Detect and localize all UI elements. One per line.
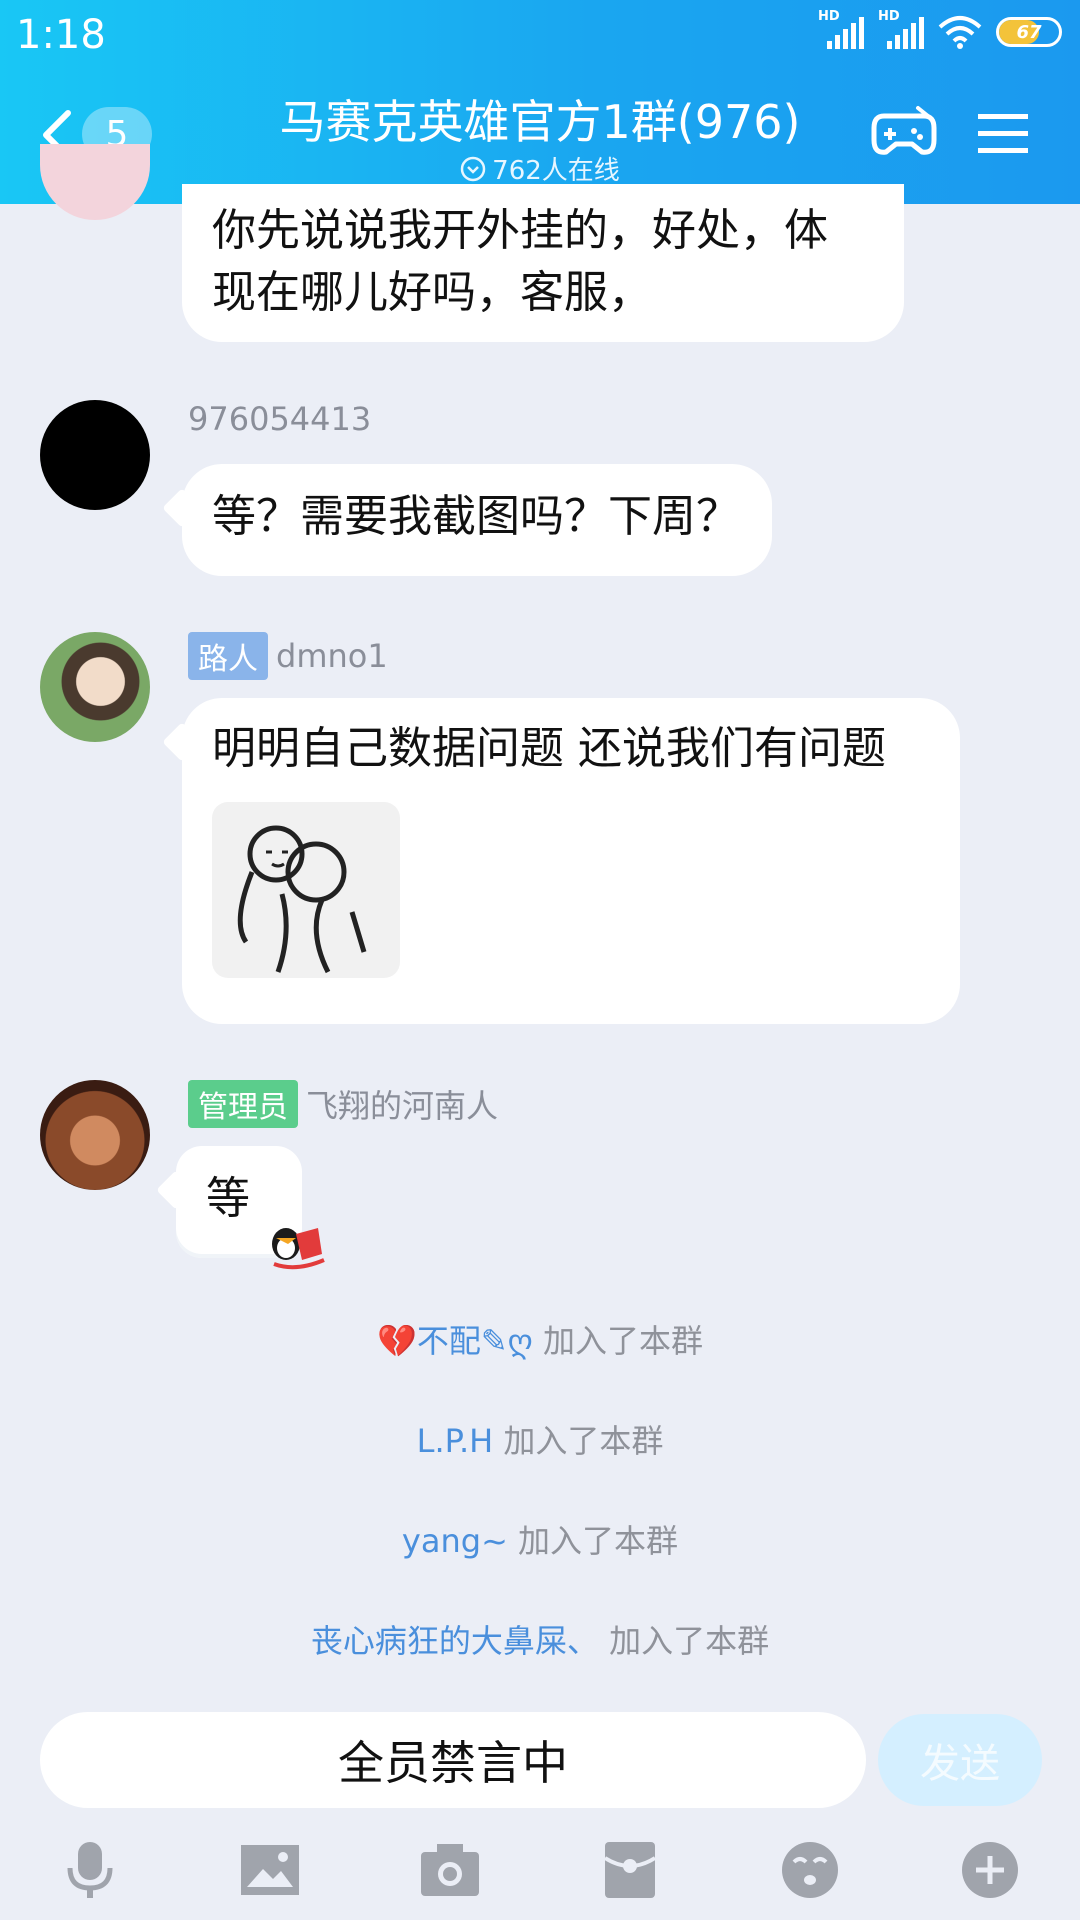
system-action: 加入了本群 bbox=[518, 1522, 679, 1560]
emoji-icon bbox=[782, 1842, 838, 1898]
battery-percent: 67 bbox=[1016, 21, 1042, 43]
system-action: 加入了本群 bbox=[609, 1622, 770, 1660]
member-nickname[interactable]: yang~ bbox=[402, 1522, 508, 1560]
microphone-button[interactable] bbox=[50, 1830, 130, 1910]
message-bubble[interactable]: 你先说说我开外挂的，好处，体 现在哪儿好吗，客服， bbox=[182, 184, 904, 342]
avatar[interactable] bbox=[40, 400, 150, 510]
input-row: 全员禁言中 发送 bbox=[0, 1700, 1080, 1820]
avatar[interactable] bbox=[40, 632, 150, 742]
status-time: 1:18 bbox=[16, 12, 106, 58]
sender-name: 管理员 飞翔的河南人 bbox=[188, 1080, 498, 1128]
red-packet-button[interactable] bbox=[590, 1830, 670, 1910]
sender-name: 路人 dmno1 bbox=[188, 632, 388, 680]
battery-icon: 67 bbox=[996, 17, 1062, 47]
message-text: 明明自己数据问题 还说我们有问题 bbox=[212, 723, 886, 774]
system-action: 加入了本群 bbox=[503, 1422, 664, 1460]
system-message: yang~ 加入了本群 bbox=[0, 1516, 1080, 1562]
system-message: 丧心病狂的大鼻屎、 加入了本群 bbox=[0, 1616, 1080, 1662]
chat-messages[interactable]: 你先说说我开外挂的，好处，体 现在哪儿好吗，客服， 976054413 等？需要… bbox=[0, 144, 1080, 1704]
message-bubble[interactable]: 明明自己数据问题 还说我们有问题 bbox=[162, 698, 960, 1024]
signal-hd-icon-2: HD bbox=[878, 9, 924, 49]
input-toolbar bbox=[0, 1820, 1080, 1920]
microphone-icon bbox=[67, 1842, 113, 1898]
sticker-drawing bbox=[237, 825, 367, 974]
emoji-button[interactable] bbox=[770, 1830, 850, 1910]
member-nickname[interactable]: 丧心病狂的大鼻屎、 bbox=[311, 1622, 599, 1660]
member-nickname[interactable]: 💔不配✎ღ bbox=[377, 1322, 533, 1360]
image-button[interactable] bbox=[230, 1830, 310, 1910]
bubble-tail bbox=[156, 1170, 196, 1210]
avatar[interactable] bbox=[40, 144, 150, 220]
message-bubble[interactable]: 等？需要我截图吗？下周？ bbox=[162, 464, 772, 576]
bubble-decoration-icon bbox=[272, 1228, 325, 1270]
red-packet-icon bbox=[603, 1842, 657, 1898]
sender-nickname: dmno1 bbox=[276, 637, 388, 675]
sender-name: 976054413 bbox=[188, 400, 371, 438]
menu-icon[interactable] bbox=[976, 110, 1030, 158]
camera-icon bbox=[421, 1844, 479, 1896]
sender-nickname: 飞翔的河南人 bbox=[306, 1087, 499, 1125]
plus-icon bbox=[962, 1842, 1018, 1898]
role-tag: 管理员 bbox=[188, 1080, 298, 1128]
gamepad-icon[interactable] bbox=[870, 104, 938, 160]
avatar[interactable] bbox=[40, 1080, 150, 1190]
system-message: 💔不配✎ღ 加入了本群 bbox=[0, 1316, 1080, 1362]
system-action: 加入了本群 bbox=[542, 1322, 703, 1360]
online-indicator-icon bbox=[460, 156, 486, 181]
wifi-icon bbox=[938, 16, 982, 49]
sender-nickname: 976054413 bbox=[188, 400, 372, 438]
message-text: 等？需要我截图吗？下周？ bbox=[212, 491, 740, 542]
online-count-text: 762人在线 bbox=[492, 156, 620, 186]
message-input[interactable]: 全员禁言中 bbox=[40, 1712, 866, 1808]
hug-meme-sticker[interactable] bbox=[212, 802, 400, 978]
signal-hd-icon: HD bbox=[818, 9, 864, 49]
image-icon bbox=[241, 1845, 299, 1895]
member-nickname[interactable]: L.P.H bbox=[417, 1422, 494, 1460]
role-tag: 路人 bbox=[188, 632, 268, 680]
status-icons: HD HD 67 bbox=[818, 9, 1062, 54]
bubble-tail bbox=[162, 722, 202, 762]
message-text-line: 现在哪儿好吗，客服， bbox=[212, 267, 652, 318]
bubble-tail bbox=[162, 488, 202, 528]
message-text-line: 你先说说我开外挂的，好处，体 bbox=[212, 205, 828, 256]
system-message: L.P.H 加入了本群 bbox=[0, 1416, 1080, 1462]
plus-button[interactable] bbox=[950, 1830, 1030, 1910]
camera-button[interactable] bbox=[410, 1830, 490, 1910]
send-button[interactable]: 发送 bbox=[878, 1714, 1042, 1806]
message-text: 等 bbox=[206, 1173, 250, 1224]
chat-header: 1:18 HD HD 67 5 马赛克英雄官方1群(976) 762人在线 bbox=[0, 0, 1080, 204]
